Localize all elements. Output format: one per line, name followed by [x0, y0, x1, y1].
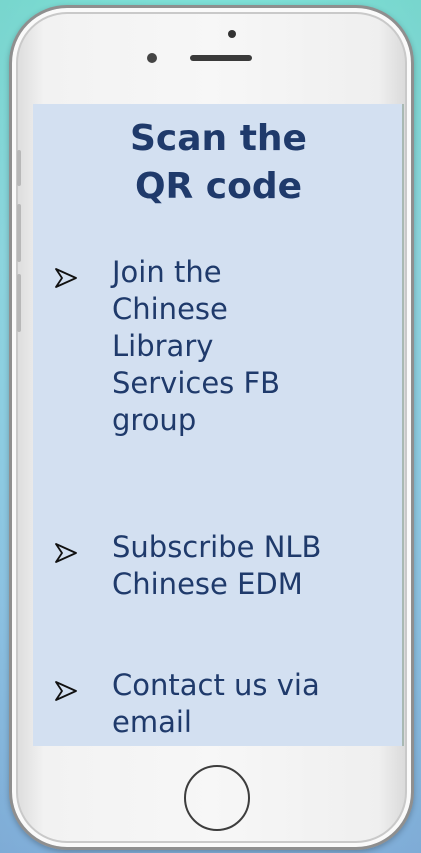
phone-screen: Scan the QR code Join the Chinese Librar…: [33, 104, 404, 746]
earpiece-speaker: [190, 55, 252, 61]
sensor-dot: [228, 30, 236, 38]
phone-side-button: [17, 274, 21, 332]
list-item-text: Contact us via email: [112, 668, 320, 739]
list-item-text: Join the Chinese Library Services FB gro…: [112, 255, 281, 437]
arrow-bullet-icon: [55, 543, 77, 563]
phone-side-button: [17, 204, 21, 262]
home-button[interactable]: [184, 765, 250, 831]
phone-side-button: [17, 150, 21, 186]
list-item-text: Subscribe NLB Chinese EDM: [112, 530, 322, 601]
title-line: Scan the: [130, 118, 307, 159]
arrow-bullet-icon: [55, 681, 77, 701]
screen-title: Scan the QR code: [33, 115, 404, 211]
front-camera: [147, 53, 157, 63]
arrow-bullet-icon: [55, 268, 77, 288]
title-line: QR code: [134, 166, 303, 207]
